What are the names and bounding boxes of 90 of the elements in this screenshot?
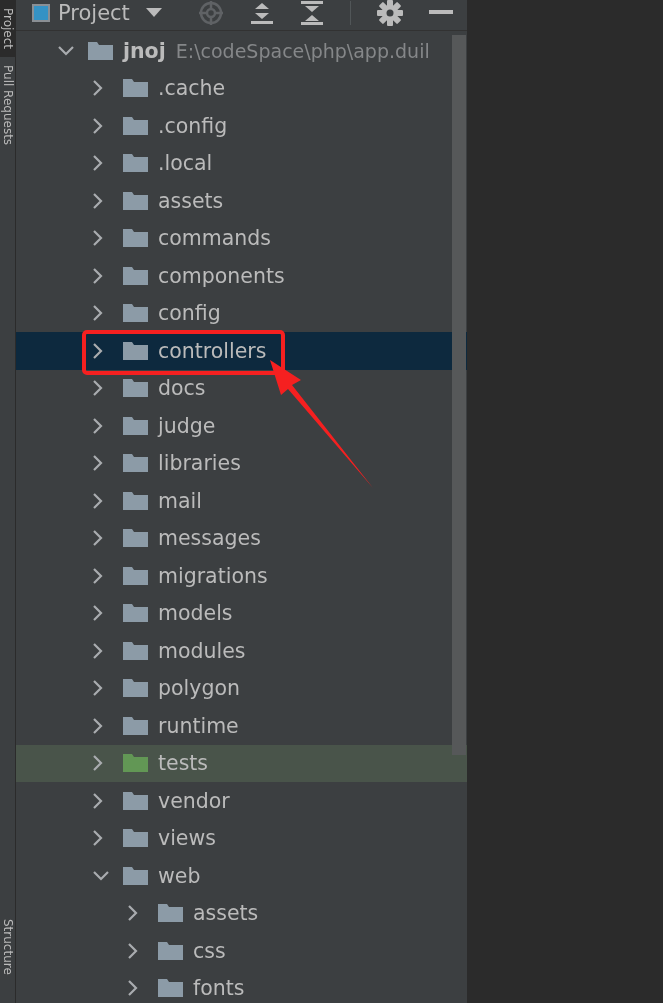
tree-row[interactable]: judge [16,407,467,445]
tree-row[interactable]: polygon [16,669,467,707]
folder-name: controllers [158,338,267,363]
settings-icon[interactable] [376,0,403,26]
chevron-right-icon[interactable] [93,192,103,209]
tree-row[interactable]: components [16,257,467,295]
chevron-right-icon[interactable] [93,830,103,847]
folder-name: mail [158,488,202,513]
scrollbar[interactable] [452,35,466,755]
chevron-right-icon[interactable] [93,642,103,659]
tool-window-tab[interactable]: Pull Requests [0,57,15,154]
chevron-right-icon[interactable] [128,942,138,959]
folder-name: assets [158,188,224,213]
folder-name: models [158,601,233,626]
chevron-down-icon[interactable] [58,45,74,56]
folder-name: libraries [158,451,241,476]
folder-name: tests [158,751,209,776]
chevron-right-icon[interactable] [93,680,103,697]
folder-name: web [158,863,201,888]
tree-row[interactable]: jnoj E:\codeSpace\php\app.duil [16,32,467,70]
tree-row[interactable]: fonts [16,969,467,1003]
chevron-right-icon[interactable] [128,980,138,997]
folder-name: runtime [158,713,239,738]
chevron-right-icon[interactable] [93,530,103,547]
chevron-right-icon[interactable] [93,605,103,622]
folder-name: vendor [158,788,230,813]
folder-name: judge [158,413,216,438]
folder-name: .cache [158,76,226,101]
tree-row[interactable]: .cache [16,69,467,107]
folder-name: config [158,301,221,326]
tool-window-tab[interactable]: Structure [0,911,15,983]
tree-row[interactable]: css [16,932,467,970]
tree-row[interactable]: models [16,594,467,632]
window-icon [32,4,50,22]
tree-row[interactable]: commands [16,219,467,257]
tree-row[interactable]: docs [16,369,467,407]
chevron-right-icon[interactable] [93,342,103,359]
project-dropdown[interactable]: Project [32,1,162,25]
chevron-right-icon[interactable] [93,80,103,97]
chevron-right-icon[interactable] [93,717,103,734]
chevron-right-icon[interactable] [93,567,103,584]
chevron-right-icon[interactable] [93,230,103,247]
tree-row[interactable]: libraries [16,444,467,482]
tree-row[interactable]: messages [16,519,467,557]
folder-name: .local [158,151,213,176]
folder-name: modules [158,638,246,663]
collapse-all-icon[interactable] [299,1,324,25]
tree-row[interactable]: mail [16,482,467,520]
folder-name: messages [158,526,261,551]
chevron-down-icon[interactable] [93,870,109,881]
caret-icon [145,8,162,18]
folder-name: polygon [158,676,240,701]
chevron-right-icon[interactable] [128,905,138,922]
folder-name: assets [193,901,259,926]
chevron-right-icon[interactable] [93,305,103,322]
folder-name: views [158,826,216,851]
tree-row[interactable]: .config [16,107,467,145]
tree-row[interactable]: web [16,857,467,895]
tree-row[interactable]: config [16,294,467,332]
folder-name: css [193,938,226,963]
folder-name: commands [158,226,271,251]
folder-path: E:\codeSpace\php\app.duil [175,39,430,62]
tree-row[interactable]: migrations [16,557,467,595]
folder-name: fonts [193,976,245,1001]
tree-row[interactable]: runtime [16,707,467,745]
folder-name: migrations [158,563,268,588]
chevron-right-icon[interactable] [93,380,103,397]
tree-row[interactable]: vendor [16,782,467,820]
chevron-right-icon[interactable] [93,792,103,809]
chevron-right-icon[interactable] [93,417,103,434]
chevron-right-icon[interactable] [93,155,103,172]
chevron-right-icon[interactable] [93,755,103,772]
tree-row[interactable]: views [16,819,467,857]
chevron-right-icon[interactable] [93,267,103,284]
expand-all-icon[interactable] [249,1,274,25]
tree-row[interactable]: tests [16,744,467,782]
minimize-icon[interactable] [428,10,453,16]
tree-row[interactable]: .local [16,144,467,182]
folder-name: components [158,263,285,288]
chevron-right-icon[interactable] [93,455,103,472]
tree-row[interactable]: controllers [16,332,467,370]
folder-name: .config [158,113,228,138]
folder-name: docs [158,376,206,401]
tool-window-tab[interactable]: Project [0,0,15,58]
tree-row[interactable]: assets [16,182,467,220]
tree-row[interactable]: modules [16,632,467,670]
folder-name: jnoj [123,38,166,63]
tree-row[interactable]: assets [16,894,467,932]
chevron-right-icon[interactable] [93,492,103,509]
chevron-right-icon[interactable] [93,117,103,134]
